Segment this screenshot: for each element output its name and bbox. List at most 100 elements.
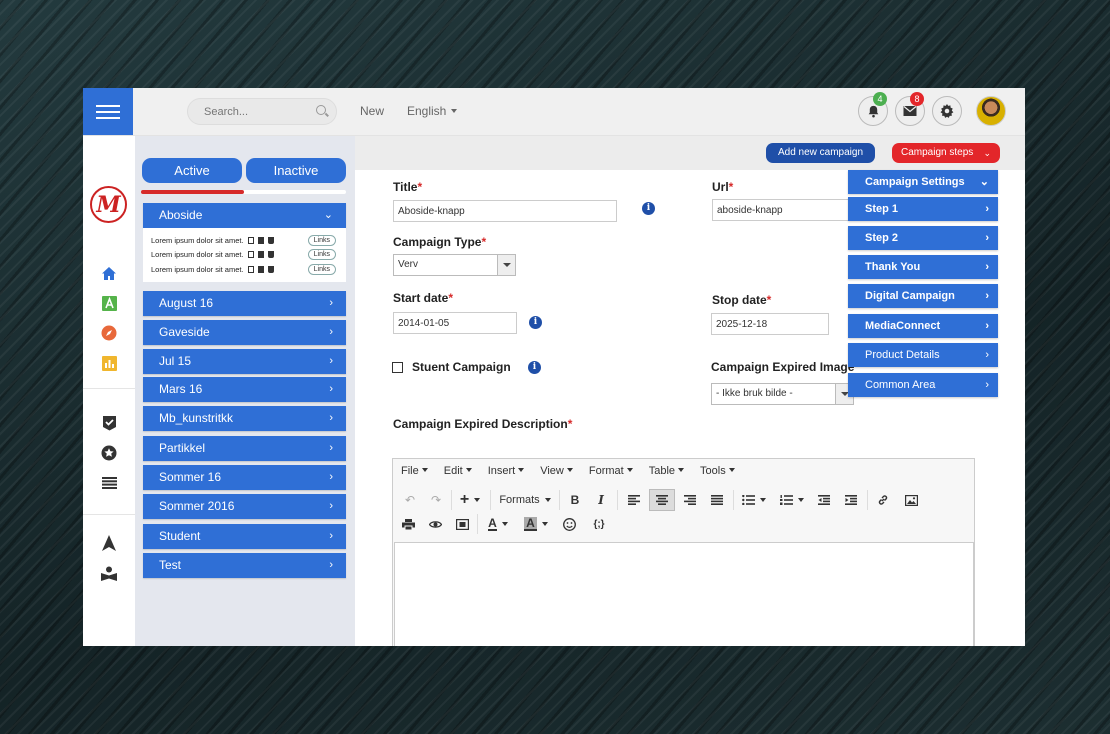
start-date-input[interactable] — [393, 312, 517, 334]
media-icon[interactable] — [452, 513, 472, 535]
menu-tools[interactable]: Tools — [700, 465, 735, 477]
star-circle-icon[interactable] — [100, 444, 118, 462]
step-2[interactable]: Step 2 › — [848, 226, 998, 250]
hamburger-menu-button[interactable] — [83, 88, 133, 135]
align-right-icon[interactable] — [679, 489, 701, 511]
menu-table[interactable]: Table — [649, 465, 684, 477]
font-a-icon[interactable] — [100, 294, 118, 312]
bullet-list-icon[interactable] — [738, 489, 770, 511]
bar-chart-icon[interactable] — [100, 354, 118, 372]
menu-file[interactable]: File — [401, 465, 428, 477]
insert-plus-icon[interactable]: + — [456, 489, 484, 511]
link-icon[interactable] — [872, 489, 894, 511]
brand-logo[interactable]: M — [90, 186, 127, 223]
tab-inactive[interactable]: Inactive — [246, 158, 346, 183]
info-icon[interactable]: i — [642, 202, 655, 215]
align-left-icon[interactable] — [623, 489, 645, 511]
add-campaign-button[interactable]: Add new campaign — [766, 143, 875, 163]
url-input[interactable] — [712, 199, 852, 221]
download-icon[interactable] — [267, 265, 274, 273]
campaign-steps-button[interactable]: Campaign steps ⌄ — [892, 143, 1000, 163]
step-mediaconnect[interactable]: MediaConnect › — [848, 314, 998, 338]
group-item[interactable]: Sommer 16 › — [143, 465, 346, 490]
group-item[interactable]: Test › — [143, 553, 346, 578]
list-item: Lorem ipsum dolor sit amet. Links — [143, 262, 346, 277]
check-badge-icon[interactable] — [100, 414, 118, 432]
undo-icon[interactable]: ↶ — [401, 489, 419, 511]
copy-icon[interactable] — [247, 251, 254, 259]
copy-icon[interactable] — [247, 265, 254, 273]
print-icon[interactable] — [398, 513, 418, 535]
menu-view[interactable]: View — [540, 465, 573, 477]
campaign-type-select[interactable]: Verv — [393, 254, 516, 276]
step-common-area[interactable]: Common Area › — [848, 373, 998, 397]
trash-icon[interactable] — [257, 265, 264, 273]
list-icon[interactable] — [100, 474, 118, 492]
reader-icon[interactable] — [100, 564, 118, 582]
notifications-button[interactable]: 4 — [858, 92, 888, 126]
group-item[interactable]: Sommer 2016 › — [143, 494, 346, 519]
outdent-icon[interactable] — [813, 489, 835, 511]
group-item[interactable]: Partikkel › — [143, 436, 346, 461]
image-icon[interactable] — [900, 489, 922, 511]
group-item[interactable]: Jul 15 › — [143, 349, 346, 374]
align-justify-icon[interactable] — [706, 489, 728, 511]
tab-active[interactable]: Active — [142, 158, 242, 183]
info-icon[interactable]: i — [528, 361, 541, 374]
settings-button[interactable] — [932, 96, 962, 126]
trash-icon[interactable] — [257, 236, 264, 244]
download-icon[interactable] — [267, 236, 274, 244]
indent-icon[interactable] — [840, 489, 862, 511]
emoticon-icon[interactable] — [559, 513, 579, 535]
group-item[interactable]: Gaveside › — [143, 320, 346, 345]
required-mark: * — [728, 180, 734, 194]
links-button[interactable]: Links — [307, 234, 336, 246]
step-digital-campaign[interactable]: Digital Campaign › — [848, 284, 998, 308]
bold-icon[interactable]: B — [565, 489, 585, 511]
messages-button[interactable]: 8 — [895, 92, 925, 126]
url-label: Url* — [712, 180, 734, 194]
home-icon[interactable] — [100, 264, 118, 282]
editor-content-area[interactable] — [394, 542, 974, 646]
group-item[interactable]: Student › — [143, 524, 346, 549]
navigation-arrow-icon[interactable] — [100, 534, 118, 552]
menu-format[interactable]: Format — [589, 465, 633, 477]
menu-edit[interactable]: Edit — [444, 465, 472, 477]
compass-icon[interactable] — [100, 324, 118, 342]
group-aboside[interactable]: Aboside ⌄ — [143, 203, 346, 228]
copy-icon[interactable] — [247, 236, 254, 244]
formats-dropdown[interactable]: Formats — [495, 489, 555, 511]
redo-icon[interactable]: ↷ — [427, 489, 445, 511]
code-braces-icon[interactable]: {;} — [589, 513, 609, 535]
new-link[interactable]: New — [360, 104, 384, 118]
numbered-list-icon[interactable] — [776, 489, 808, 511]
group-item[interactable]: Mb_kunstritkk › — [143, 406, 346, 431]
info-icon[interactable]: i — [529, 316, 542, 329]
align-center-icon[interactable] — [649, 489, 675, 511]
step-campaign-settings[interactable]: Campaign Settings ⌄ — [848, 170, 998, 194]
group-item[interactable]: Mars 16 › — [143, 377, 346, 402]
links-button[interactable]: Links — [307, 263, 336, 275]
user-avatar[interactable] — [976, 96, 1006, 126]
search-icon[interactable] — [316, 105, 326, 115]
search-input[interactable] — [187, 98, 337, 125]
download-icon[interactable] — [267, 251, 274, 259]
title-input[interactable] — [393, 200, 617, 222]
background-color-icon[interactable]: A — [520, 513, 552, 535]
toolbar-divider — [867, 490, 868, 510]
step-product-details[interactable]: Product Details › — [848, 343, 998, 367]
links-button[interactable]: Links — [307, 249, 336, 261]
step-label: Step 2 — [865, 232, 899, 244]
preview-eye-icon[interactable] — [425, 513, 445, 535]
stop-date-input[interactable] — [711, 313, 829, 335]
menu-insert[interactable]: Insert — [488, 465, 525, 477]
step-thank-you[interactable]: Thank You › — [848, 255, 998, 279]
language-dropdown[interactable]: English — [407, 104, 458, 118]
expired-image-select[interactable]: - Ikke bruk bilde - — [711, 383, 854, 405]
text-color-icon[interactable]: A — [482, 513, 514, 535]
italic-icon[interactable]: I — [591, 489, 611, 511]
student-campaign-checkbox[interactable] — [392, 362, 403, 373]
group-item[interactable]: August 16 › — [143, 291, 346, 316]
step-1[interactable]: Step 1 › — [848, 197, 998, 221]
trash-icon[interactable] — [257, 251, 264, 259]
